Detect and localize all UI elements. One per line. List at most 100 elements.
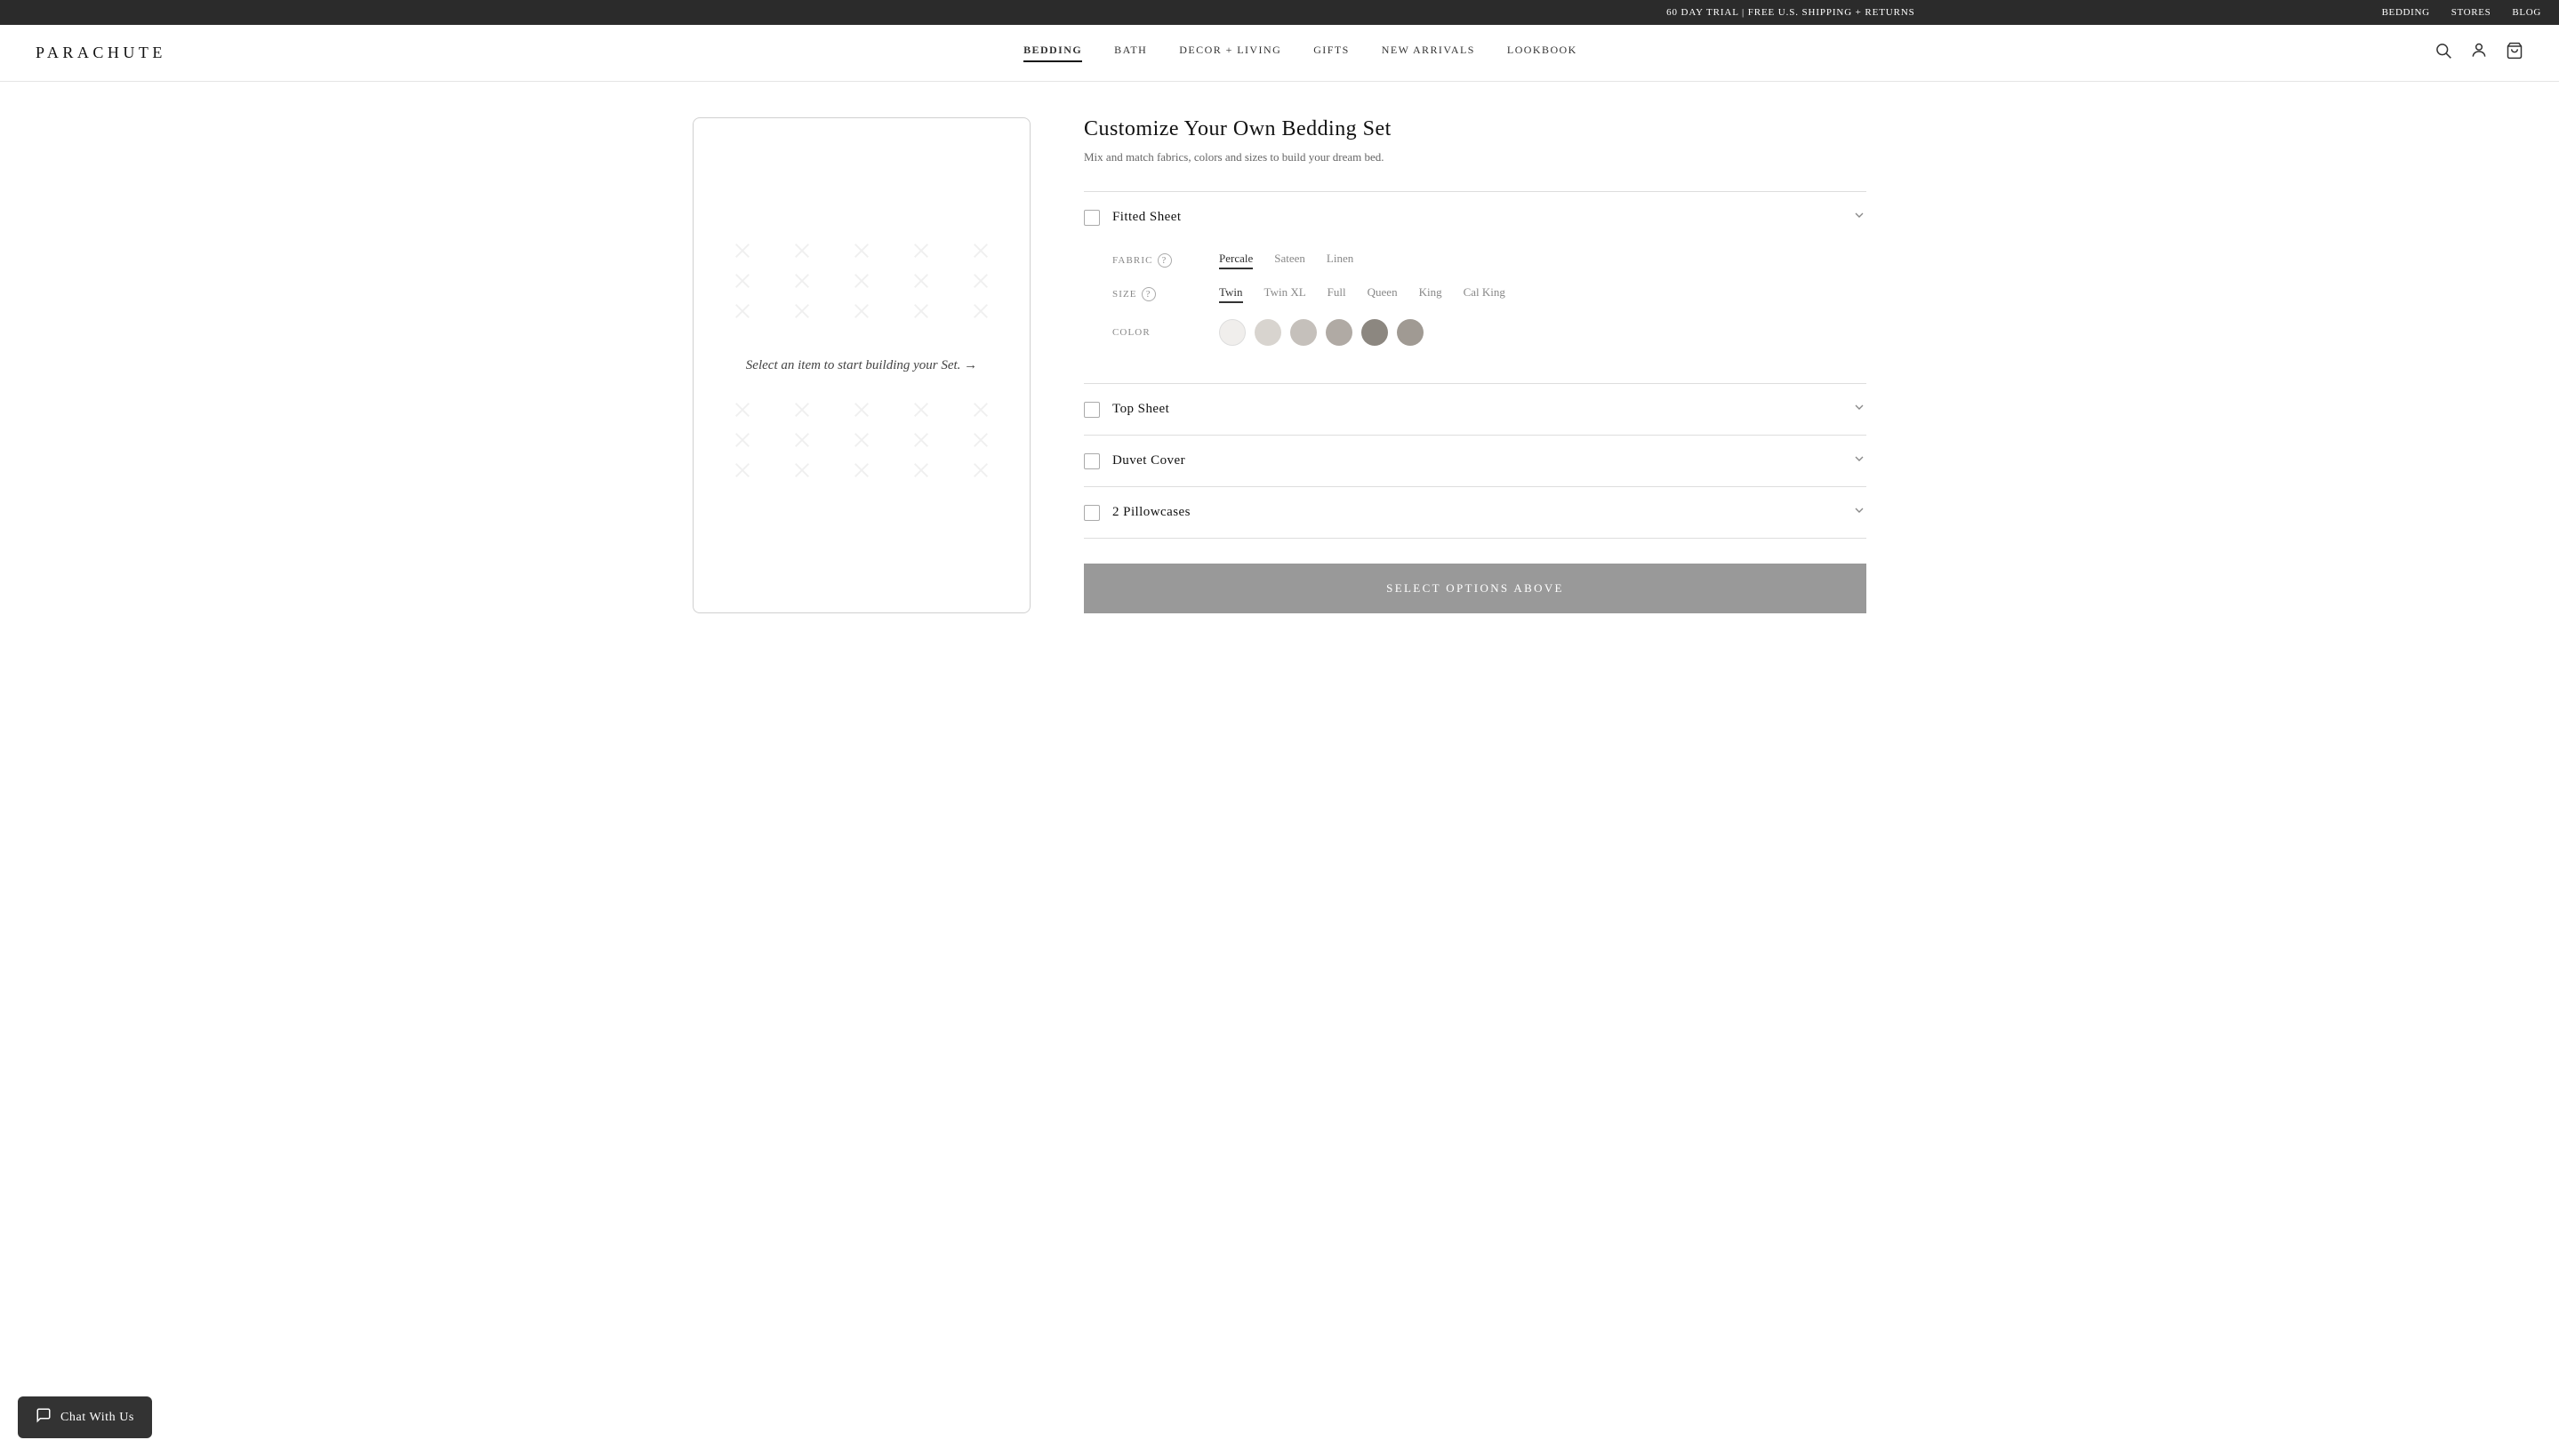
x-mark [720,460,764,480]
x-mark [839,400,883,420]
about-us-link[interactable]: BEDDING [2382,7,2430,18]
search-icon[interactable] [2435,42,2452,64]
accordion-header-pillowcases[interactable]: 2 Pillowcases [1084,487,1866,538]
pillowcases-chevron[interactable] [1852,503,1866,522]
x-mark [900,301,943,321]
fitted-sheet-label: Fitted Sheet [1112,210,1840,225]
size-help-icon[interactable]: ? [1142,287,1156,301]
x-mark [959,301,1003,321]
x-mark [900,400,943,420]
color-label: COLOR [1112,327,1219,338]
x-mark [900,271,943,291]
config-panel: Customize Your Own Bedding Set Mix and m… [1084,117,1866,613]
banner-text: 60 DAY TRIAL | FREE U.S. SHIPPING + RETU… [1199,7,2381,18]
account-icon[interactable] [2470,42,2488,64]
nav-lookbook[interactable]: LOOKBOOK [1507,44,1577,62]
nav-decor[interactable]: DECOR + LIVING [1179,44,1281,62]
x-mark [839,460,883,480]
nav-bath[interactable]: BATH [1114,44,1147,62]
x-mark [959,241,1003,260]
swatch-charcoal[interactable] [1397,319,1424,346]
chat-label: Chat With Us [60,1411,134,1425]
accordion-duvet-cover: Duvet Cover [1084,435,1866,486]
accordion-header-duvet-cover[interactable]: Duvet Cover [1084,436,1866,486]
nav-gifts[interactable]: GIFTS [1313,44,1350,62]
size-king[interactable]: King [1419,285,1442,303]
fabric-percale[interactable]: Percale [1219,252,1253,269]
stores-link[interactable]: STORES [2451,7,2491,18]
x-mark [839,271,883,291]
size-full[interactable]: Full [1328,285,1346,303]
size-cal-king[interactable]: Cal King [1464,285,1505,303]
top-sheet-checkbox[interactable] [1084,402,1100,418]
x-mark [720,241,764,260]
swatch-medium-gray[interactable] [1290,319,1317,346]
swatch-light-gray[interactable] [1255,319,1281,346]
size-twin[interactable]: Twin [1219,285,1243,303]
size-queen[interactable]: Queen [1368,285,1398,303]
x-mark [780,460,823,480]
x-mark [780,430,823,450]
size-row: SIZE ? Twin Twin XL Full Queen King Cal … [1112,285,1866,303]
accordion-header-fitted-sheet[interactable]: Fitted Sheet [1084,192,1866,243]
size-options: Twin Twin XL Full Queen King Cal King [1219,285,1505,303]
nav-bedding[interactable]: BEDDING [1023,44,1082,62]
fabric-help-icon[interactable]: ? [1158,253,1172,268]
color-swatches [1219,319,1424,346]
x-mark [720,301,764,321]
swatch-dark-gray[interactable] [1361,319,1388,346]
x-mark [900,460,943,480]
blog-link[interactable]: BLOG [2512,7,2541,18]
accordion-header-top-sheet[interactable]: Top Sheet [1084,384,1866,435]
top-sheet-chevron[interactable] [1852,400,1866,419]
bed-grid-3 [720,301,1003,321]
main-nav: BEDDING BATH DECOR + LIVING GIFTS NEW AR… [1023,44,1577,62]
size-twin-xl[interactable]: Twin XL [1264,285,1306,303]
fabric-sateen[interactable]: Sateen [1274,252,1305,269]
bed-grid-top [720,241,1003,260]
x-mark [720,400,764,420]
accordion-top-sheet: Top Sheet [1084,383,1866,435]
bed-grid-2 [720,271,1003,291]
swatch-white[interactable] [1219,319,1246,346]
size-label: SIZE ? [1112,287,1219,301]
x-mark [959,430,1003,450]
x-mark [780,241,823,260]
config-subtitle: Mix and match fabrics, colors and sizes … [1084,150,1866,164]
x-mark [780,400,823,420]
logo[interactable]: PARACHUTE [36,44,166,62]
bed-grid-6 [720,460,1003,480]
cta-button[interactable]: SELECT OPTIONS ABOVE [1084,564,1866,613]
chat-widget[interactable]: Chat With Us [18,1396,152,1438]
header: PARACHUTE BEDDING BATH DECOR + LIVING GI… [0,25,2559,82]
x-mark [900,241,943,260]
header-icons [2435,42,2523,64]
duvet-cover-label: Duvet Cover [1112,453,1840,468]
accordion-pillowcases: 2 Pillowcases [1084,486,1866,539]
x-mark [959,400,1003,420]
duvet-cover-chevron[interactable] [1852,452,1866,470]
duvet-cover-checkbox[interactable] [1084,453,1100,469]
x-mark [959,460,1003,480]
x-mark [839,241,883,260]
accordion-fitted-sheet: Fitted Sheet FABRIC ? Percale Sateen Lin… [1084,191,1866,383]
fabric-row: FABRIC ? Percale Sateen Linen [1112,252,1866,269]
bed-grid-5 [720,430,1003,450]
fitted-sheet-checkbox[interactable] [1084,210,1100,226]
fabric-options: Percale Sateen Linen [1219,252,1353,269]
banner-links: BEDDING STORES BLOG [2382,7,2541,18]
pillowcases-checkbox[interactable] [1084,505,1100,521]
x-mark [900,430,943,450]
top-banner: 60 DAY TRIAL | FREE U.S. SHIPPING + RETU… [0,0,2559,25]
nav-new-arrivals[interactable]: NEW ARRIVALS [1382,44,1475,62]
fitted-sheet-chevron[interactable] [1852,208,1866,227]
cart-icon[interactable] [2506,42,2523,64]
swatch-warm-gray[interactable] [1326,319,1352,346]
pillowcases-label: 2 Pillowcases [1112,505,1840,520]
x-mark [720,430,764,450]
fabric-linen[interactable]: Linen [1327,252,1353,269]
x-mark [839,430,883,450]
config-title: Customize Your Own Bedding Set [1084,117,1866,141]
bed-cta-text: Select an item to start building your Se… [746,358,977,373]
fabric-label: FABRIC ? [1112,253,1219,268]
